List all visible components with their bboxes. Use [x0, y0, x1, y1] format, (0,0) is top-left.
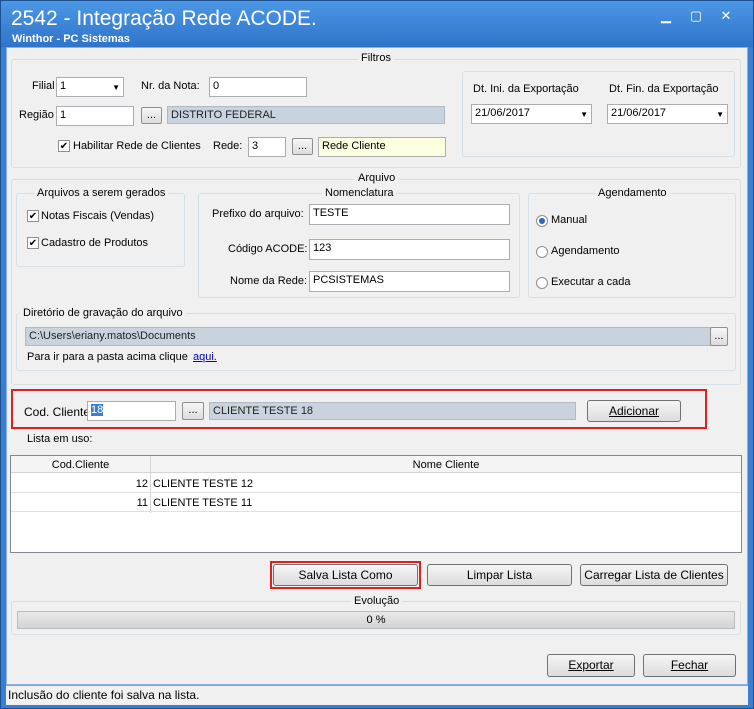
- notas-label: Notas Fiscais (Vendas): [41, 210, 155, 222]
- habilitar-rede-checkbox[interactable]: ✔: [58, 140, 70, 152]
- manual-label: Manual: [551, 214, 588, 226]
- nota-input[interactable]: 0: [209, 77, 307, 97]
- regiao-search-button[interactable]: ...: [141, 107, 162, 124]
- manual-radio[interactable]: [536, 215, 548, 227]
- nomenclatura-title: Nomenclatura: [322, 187, 397, 199]
- diretorio-title: Diretório de gravação do arquivo: [20, 307, 186, 319]
- chevron-down-icon: ▼: [716, 110, 724, 119]
- diretorio-browse-button[interactable]: ...: [710, 327, 728, 346]
- prefixo-input[interactable]: TESTE: [309, 204, 510, 225]
- fechar-button[interactable]: Fechar: [643, 654, 736, 677]
- maximize-icon[interactable]: ▢: [683, 7, 709, 25]
- executar-radio[interactable]: [536, 277, 548, 289]
- codigo-input[interactable]: 123: [309, 239, 510, 260]
- nota-label: Nr. da Nota:: [141, 80, 200, 92]
- arquivo-title: Arquivo: [355, 172, 399, 184]
- table-row[interactable]: 11 CLIENTE TESTE 11: [11, 493, 741, 512]
- filial-value: 1: [60, 80, 67, 92]
- dt-ini-value: 21/06/2017: [475, 107, 531, 119]
- pasta-text: Para ir para a pasta acima clique: [27, 351, 188, 363]
- status-text: Inclusão do cliente foi salva na lista.: [8, 688, 200, 702]
- carregar-lista-button[interactable]: Carregar Lista de Clientes: [580, 564, 728, 586]
- prefixo-label: Prefixo do arquivo:: [212, 208, 304, 220]
- pasta-link[interactable]: aqui.: [193, 351, 217, 363]
- filial-label: Filial: [32, 80, 55, 92]
- window-subtitle: Winthor - PC Sistemas: [12, 33, 130, 45]
- cod-cliente-input[interactable]: 18: [87, 401, 176, 421]
- habilitar-rede-label: Habilitar Rede de Clientes: [73, 140, 201, 152]
- table-row[interactable]: 12 CLIENTE TESTE 12: [11, 474, 741, 493]
- column-header-cod[interactable]: Cod.Cliente: [11, 459, 150, 471]
- nome-rede-input[interactable]: PCSISTEMAS: [309, 271, 510, 292]
- gerados-group: [16, 193, 185, 267]
- notas-checkbox[interactable]: ✔: [27, 210, 39, 222]
- cell-nome: CLIENTE TESTE 11: [153, 497, 253, 509]
- cliente-description: CLIENTE TESTE 18: [209, 402, 576, 420]
- gerados-title: Arquivos a serem gerados: [34, 187, 169, 199]
- adicionar-button[interactable]: Adicionar: [587, 400, 681, 422]
- cliente-search-button[interactable]: ...: [182, 402, 204, 420]
- agendamento-title: Agendamento: [595, 187, 670, 199]
- rede-description: Rede Cliente: [318, 137, 446, 157]
- cell-nome: CLIENTE TESTE 12: [153, 478, 254, 490]
- rede-input[interactable]: 3: [248, 137, 286, 157]
- nome-rede-label: Nome da Rede:: [230, 275, 308, 287]
- progress-text: 0 %: [366, 614, 386, 626]
- close-icon[interactable]: ✕: [713, 7, 739, 25]
- rede-search-button[interactable]: ...: [292, 138, 313, 155]
- agendamento-label: Agendamento: [551, 245, 620, 257]
- regiao-description: DISTRITO FEDERAL: [167, 106, 445, 124]
- filial-select[interactable]: 1 ▼: [56, 77, 124, 97]
- agendamento-radio[interactable]: [536, 246, 548, 258]
- dt-fin-label: Dt. Fin. da Exportação: [609, 83, 719, 95]
- regiao-input[interactable]: 1: [56, 106, 134, 126]
- dt-ini-select[interactable]: 21/06/2017 ▼: [471, 104, 592, 124]
- executar-label: Executar a cada: [551, 276, 631, 288]
- rede-label: Rede:: [213, 140, 243, 152]
- filtros-title: Filtros: [358, 52, 394, 64]
- cell-cod: 12: [135, 478, 148, 490]
- cadastro-label: Cadastro de Produtos: [41, 237, 149, 249]
- column-header-nome[interactable]: Nome Cliente: [151, 459, 741, 471]
- chevron-down-icon: ▼: [580, 110, 588, 119]
- dt-ini-label: Dt. Ini. da Exportação: [473, 83, 579, 95]
- lista-label: Lista em uso:: [27, 433, 93, 445]
- codigo-label: Código ACODE:: [228, 243, 308, 255]
- diretorio-input[interactable]: C:\Users\eriany.matos\Documents: [25, 327, 711, 346]
- chevron-down-icon: ▼: [112, 83, 120, 92]
- dt-fin-select[interactable]: 21/06/2017 ▼: [607, 104, 728, 124]
- regiao-label: Região: [19, 109, 54, 121]
- cadastro-checkbox[interactable]: ✔: [27, 237, 39, 249]
- title-bar[interactable]: 2542 - Integração Rede ACODE. Winthor - …: [1, 1, 753, 47]
- progress-bar: 0 %: [17, 611, 735, 629]
- evolucao-title: Evolução: [351, 595, 403, 607]
- window-title: 2542 - Integração Rede ACODE.: [11, 7, 317, 30]
- dt-fin-value: 21/06/2017: [611, 107, 667, 119]
- status-bar: Inclusão do cliente foi salva na lista.: [6, 685, 748, 705]
- cod-cliente-label: Cod. Cliente: [24, 405, 91, 419]
- salva-lista-button[interactable]: Salva Lista Como: [273, 564, 418, 586]
- exportar-button[interactable]: Exportar: [547, 654, 635, 677]
- minimize-icon[interactable]: ▁: [653, 7, 679, 25]
- cell-cod: 11: [136, 497, 148, 509]
- cod-cliente-value: 18: [91, 404, 104, 416]
- limpar-lista-button[interactable]: Limpar Lista: [427, 564, 572, 586]
